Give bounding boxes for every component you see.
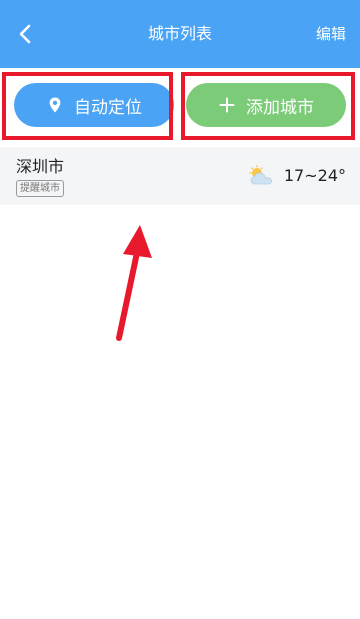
city-list-item[interactable]: 深圳市 提醒城市 17~24° xyxy=(0,147,360,205)
top-bar: 城市列表 编辑 xyxy=(0,0,360,68)
highlight-box-locate xyxy=(2,72,173,140)
city-list-screen: 城市列表 编辑 自动定位 添加城市 深圳市 提醒城市 17~24° xyxy=(0,0,360,619)
remind-city-badge: 提醒城市 xyxy=(16,180,64,197)
temperature-range: 17~24° xyxy=(283,166,346,185)
partly-cloudy-icon xyxy=(249,165,273,185)
edit-button[interactable]: 编辑 xyxy=(316,24,346,44)
annotation-arrow-icon xyxy=(116,225,152,341)
highlight-box-add xyxy=(181,72,355,140)
city-name: 深圳市 xyxy=(16,157,65,176)
page-title: 城市列表 xyxy=(147,24,212,43)
